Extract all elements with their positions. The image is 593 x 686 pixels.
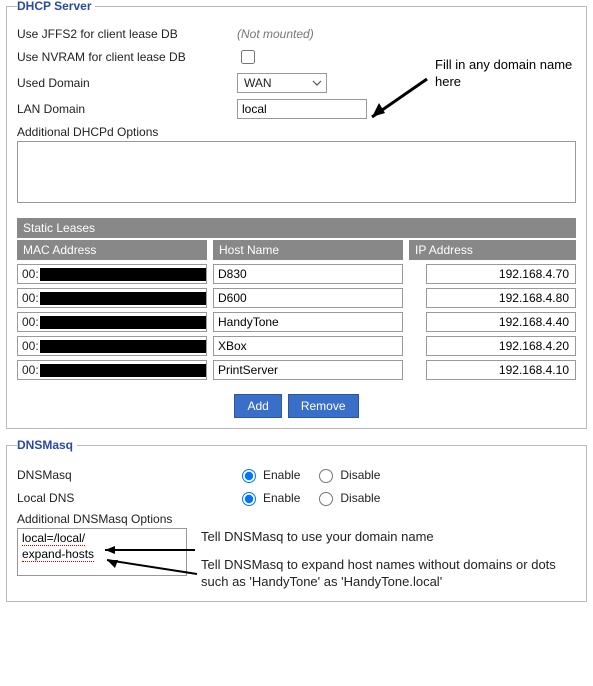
mac-input[interactable]: 00:: [17, 360, 207, 380]
jffs2-value: (Not mounted): [237, 27, 576, 41]
dnsmasq-enable-radio[interactable]: [242, 469, 256, 483]
lease-row: 00:: [17, 360, 576, 380]
lan-domain-label: LAN Domain: [17, 102, 237, 116]
used-domain-label: Used Domain: [17, 76, 237, 90]
localdns-label: Local DNS: [17, 491, 237, 505]
mac-prefix: 00:: [18, 363, 39, 377]
mac-input[interactable]: 00:: [17, 288, 207, 308]
localdns-enable-label: Enable: [263, 491, 300, 505]
localdns-disable-label: Disable: [340, 491, 380, 505]
lease-row: 00:: [17, 336, 576, 356]
lan-domain-input[interactable]: [237, 99, 367, 119]
mac-redacted: [40, 364, 206, 377]
dnsmasq-title: DNSMasq: [17, 438, 77, 452]
addl-dhcpd-label: Additional DHCPd Options: [17, 125, 158, 139]
annotation-tell-expand: Tell DNSMasq to expand host names withou…: [201, 556, 576, 591]
annotation-tell-domain: Tell DNSMasq to use your domain name: [201, 528, 576, 546]
dnsmasq-disable-label: Disable: [340, 468, 380, 482]
lease-buttons: Add Remove: [17, 394, 576, 418]
addl-dhcpd-textarea[interactable]: [17, 141, 576, 203]
mac-prefix: 00:: [18, 267, 39, 281]
mac-prefix: 00:: [18, 315, 39, 329]
dnsmasq-row: DNSMasq Enable Disable: [17, 466, 576, 483]
ip-input[interactable]: [426, 336, 576, 356]
mac-input[interactable]: 00:: [17, 264, 207, 284]
localdns-disable-option[interactable]: Disable: [314, 489, 380, 506]
lan-domain-row: LAN Domain: [17, 99, 576, 119]
lease-row: 00:: [17, 264, 576, 284]
localdns-row: Local DNS Enable Disable: [17, 489, 576, 506]
used-domain-select[interactable]: WAN: [237, 73, 327, 93]
addl-dnsmasq-textarea[interactable]: local=/local/ expand-hosts: [17, 528, 187, 576]
dnsmasq-disable-option[interactable]: Disable: [314, 466, 380, 483]
host-input[interactable]: [213, 288, 403, 308]
localdns-disable-radio[interactable]: [319, 492, 333, 506]
mac-redacted: [40, 292, 206, 305]
host-input[interactable]: [213, 264, 403, 284]
dnsmasq-enable-label: Enable: [263, 468, 300, 482]
addl-dhcpd-label-row: Additional DHCPd Options: [17, 125, 576, 139]
chevron-down-icon: [312, 77, 322, 91]
ip-input[interactable]: [426, 264, 576, 284]
ip-input[interactable]: [426, 288, 576, 308]
leases-header-row: MAC Address Host Name IP Address: [17, 240, 576, 260]
dnsmasq-opt-line1: local=/local/: [22, 531, 85, 546]
dnsmasq-label: DNSMasq: [17, 468, 237, 482]
dnsmasq-disable-radio[interactable]: [319, 469, 333, 483]
ip-input[interactable]: [426, 360, 576, 380]
mac-prefix: 00:: [18, 339, 39, 353]
jffs2-row: Use JFFS2 for client lease DB (Not mount…: [17, 27, 576, 41]
used-domain-row: Used Domain WAN: [17, 73, 576, 93]
addl-dnsmasq-label-row: Additional DNSMasq Options: [17, 512, 576, 526]
th-mac: MAC Address: [17, 240, 207, 260]
mac-redacted: [40, 340, 206, 353]
lease-row: 00:: [17, 312, 576, 332]
host-input[interactable]: [213, 336, 403, 356]
dhcp-server-title: DHCP Server: [17, 0, 95, 13]
static-leases-header: Static Leases: [17, 218, 576, 238]
add-button[interactable]: Add: [234, 394, 281, 418]
lease-row: 00:: [17, 288, 576, 308]
mac-prefix: 00:: [18, 291, 39, 305]
nvram-label: Use NVRAM for client lease DB: [17, 50, 237, 64]
remove-button[interactable]: Remove: [288, 394, 359, 418]
localdns-enable-radio[interactable]: [242, 492, 256, 506]
dnsmasq-panel: DNSMasq DNSMasq Enable Disable Local DNS…: [6, 445, 587, 602]
addl-dnsmasq-label: Additional DNSMasq Options: [17, 512, 172, 526]
dhcp-server-panel: DHCP Server Use JFFS2 for client lease D…: [6, 6, 587, 429]
ip-input[interactable]: [426, 312, 576, 332]
host-input[interactable]: [213, 360, 403, 380]
localdns-enable-option[interactable]: Enable: [237, 489, 300, 506]
dnsmasq-opt-line2: expand-hosts: [22, 547, 94, 562]
nvram-row: Use NVRAM for client lease DB: [17, 47, 576, 67]
dnsmasq-enable-option[interactable]: Enable: [237, 466, 300, 483]
mac-redacted: [40, 316, 206, 329]
mac-redacted: [40, 268, 206, 281]
nvram-checkbox[interactable]: [241, 50, 255, 64]
jffs2-label: Use JFFS2 for client lease DB: [17, 27, 237, 41]
used-domain-value: WAN: [244, 76, 272, 90]
th-ip: IP Address: [409, 240, 576, 260]
th-host: Host Name: [213, 240, 403, 260]
mac-input[interactable]: 00:: [17, 312, 207, 332]
mac-input[interactable]: 00:: [17, 336, 207, 356]
host-input[interactable]: [213, 312, 403, 332]
